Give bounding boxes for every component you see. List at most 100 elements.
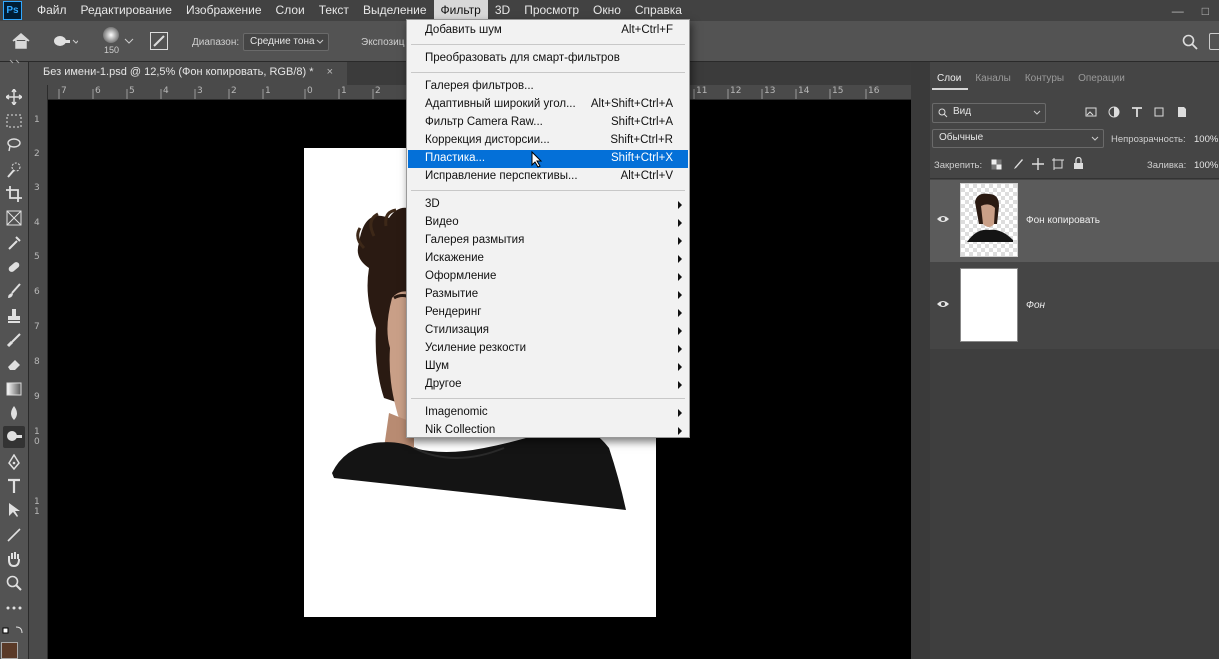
lock-all-icon[interactable] — [1073, 157, 1084, 170]
tab-paths[interactable]: Контуры — [1018, 70, 1071, 92]
tab-actions[interactable]: Операции — [1071, 70, 1132, 92]
healing-brush-tool-icon[interactable] — [3, 256, 25, 278]
smart-object-filter-icon[interactable] — [1176, 106, 1188, 118]
document-tab[interactable]: Без имени-1.psd @ 12,5% (Фон копировать,… — [29, 62, 347, 85]
layer-name[interactable]: Фон копировать — [1026, 215, 1100, 226]
mouse-cursor-icon — [531, 151, 543, 168]
divider — [930, 178, 1219, 179]
hand-tool-icon[interactable] — [3, 548, 25, 570]
history-brush-tool-icon[interactable] — [3, 329, 25, 351]
menu-view[interactable]: Просмотр — [517, 0, 586, 21]
type-filter-icon[interactable] — [1131, 106, 1143, 118]
menu-help[interactable]: Справка — [628, 0, 689, 21]
home-icon[interactable] — [11, 32, 31, 50]
image-filter-icon[interactable] — [1085, 106, 1097, 118]
ruler-label: 1 — [265, 86, 271, 96]
menu-file[interactable]: Файл — [30, 0, 74, 21]
line-tool-icon[interactable] — [3, 524, 25, 546]
lasso-tool-icon[interactable] — [3, 134, 25, 156]
submenu-arrow-icon — [678, 291, 682, 299]
menu-type[interactable]: Текст — [312, 0, 356, 21]
layer-row-selected[interactable]: Фон копировать — [930, 180, 1219, 262]
shape-filter-icon[interactable] — [1153, 106, 1165, 118]
eye-visibility-icon[interactable] — [936, 298, 950, 310]
zoom-tool-icon[interactable] — [3, 572, 25, 594]
blur-tool-icon[interactable] — [3, 402, 25, 424]
menu-item-adaptive-wide-angle[interactable]: Адаптивный широкий угол... Alt+Shift+Ctrl… — [408, 96, 688, 114]
menu-item-other[interactable]: Другое — [408, 376, 688, 394]
layer-filter-select[interactable]: Вид — [932, 103, 1046, 123]
menu-image[interactable]: Изображение — [179, 0, 269, 21]
range-select[interactable]: Средние тона — [243, 33, 329, 51]
swap-colors-icon[interactable] — [2, 625, 26, 639]
eraser-tool-icon[interactable] — [3, 353, 25, 375]
workspace-icon[interactable] — [1209, 33, 1219, 50]
menu-item-lens-correction[interactable]: Коррекция дисторсии... Shift+Ctrl+R — [408, 132, 688, 150]
menu-filter[interactable]: Фильтр — [433, 0, 488, 21]
crop-tool-icon[interactable] — [3, 183, 25, 205]
layer-row[interactable]: Фон — [930, 265, 1219, 347]
pen-tool-icon[interactable] — [3, 451, 25, 473]
move-tool-icon[interactable] — [3, 86, 25, 108]
menu-item-video[interactable]: Видео — [408, 214, 688, 232]
restore-icon[interactable]: □ — [1202, 4, 1209, 18]
eye-visibility-icon[interactable] — [936, 213, 950, 225]
type-tool-icon[interactable] — [3, 475, 25, 497]
blend-mode-select[interactable]: Обычные — [932, 129, 1104, 148]
brush-tool-icon[interactable] — [3, 280, 25, 302]
opacity-value[interactable]: 100% — [1194, 134, 1218, 145]
menu-item-render[interactable]: Рендеринг — [408, 304, 688, 322]
dodge-tool-icon[interactable] — [52, 34, 78, 50]
fill-value[interactable]: 100% — [1194, 160, 1218, 171]
path-selection-tool-icon[interactable] — [3, 499, 25, 521]
menu-window[interactable]: Окно — [586, 0, 628, 21]
lock-position-icon[interactable] — [1032, 158, 1044, 170]
menu-3d[interactable]: 3D — [488, 0, 517, 21]
menu-item-blur[interactable]: Размытие — [408, 286, 688, 304]
menu-item-liquify[interactable]: Пластика... Shift+Ctrl+X — [408, 150, 688, 168]
menu-item-stylize[interactable]: Стилизация — [408, 322, 688, 340]
lock-transparency-icon[interactable] — [991, 159, 1002, 170]
menu-item-sharpen[interactable]: Усиление резкости — [408, 340, 688, 358]
quick-selection-tool-icon[interactable] — [3, 159, 25, 181]
more-tools-icon[interactable] — [3, 597, 25, 619]
menu-item-convert-smart-filters[interactable]: Преобразовать для смарт-фильтров — [408, 50, 688, 68]
menu-layers[interactable]: Слои — [269, 0, 312, 21]
menu-item-camera-raw[interactable]: Фильтр Camera Raw... Shift+Ctrl+A — [408, 114, 688, 132]
layer-name[interactable]: Фон — [1026, 300, 1045, 311]
photoshop-logo: Ps — [3, 1, 22, 20]
chevron-down-icon[interactable] — [124, 37, 134, 45]
brush-preview-icon[interactable] — [103, 27, 119, 43]
collapse-icon[interactable] — [9, 59, 21, 65]
menu-item-distort[interactable]: Искажение — [408, 250, 688, 268]
menu-item-blur-gallery[interactable]: Галерея размытия — [408, 232, 688, 250]
dodge-tool-icon[interactable] — [3, 426, 25, 448]
menu-item-filter-gallery[interactable]: Галерея фильтров... — [408, 78, 688, 96]
menu-item-imagenomic[interactable]: Imagenomic — [408, 404, 688, 422]
gradient-tool-icon[interactable] — [3, 378, 25, 400]
eyedropper-tool-icon[interactable] — [3, 232, 25, 254]
menu-item-3d[interactable]: 3D — [408, 196, 688, 214]
menu-item-add-noise[interactable]: Добавить шум Alt+Ctrl+F — [408, 22, 688, 40]
menu-item-nik-collection[interactable]: Nik Collection — [408, 422, 688, 440]
lock-artboard-icon[interactable] — [1052, 158, 1064, 170]
lock-pixels-icon[interactable] — [1012, 158, 1024, 170]
ruler-label: 1 1 — [34, 497, 40, 517]
minimize-icon[interactable]: — — [1172, 4, 1184, 18]
portrait-thumbnail — [967, 193, 1013, 242]
close-tab-icon[interactable]: × — [327, 66, 333, 78]
submenu-arrow-icon — [678, 381, 682, 389]
menu-edit[interactable]: Редактирование — [74, 0, 179, 21]
menu-item-pixelate[interactable]: Оформление — [408, 268, 688, 286]
menu-select[interactable]: Выделение — [356, 0, 434, 21]
foreground-color-swatch[interactable] — [1, 642, 18, 659]
marquee-tool-icon[interactable] — [3, 110, 25, 132]
clone-stamp-tool-icon[interactable] — [3, 305, 25, 327]
adjustment-filter-icon[interactable] — [1108, 106, 1120, 118]
brush-settings-icon[interactable] — [150, 32, 168, 50]
search-icon[interactable] — [1182, 34, 1198, 50]
menu-item-vanishing-point[interactable]: Исправление перспективы... Alt+Ctrl+V — [408, 168, 688, 186]
frame-tool-icon[interactable] — [3, 207, 25, 229]
tab-channels[interactable]: Каналы — [968, 70, 1018, 92]
menu-item-noise[interactable]: Шум — [408, 358, 688, 376]
